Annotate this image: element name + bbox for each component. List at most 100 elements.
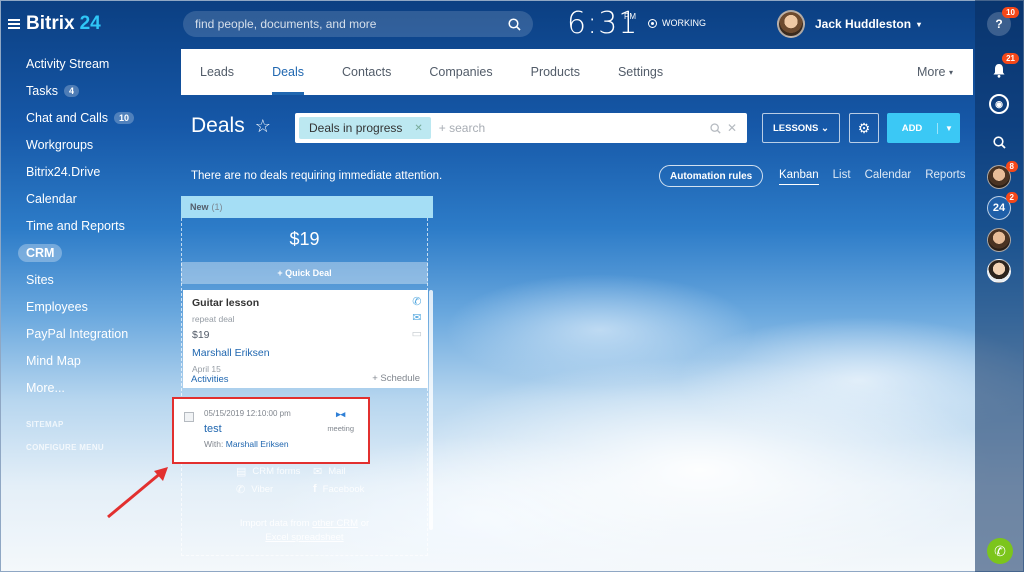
column-scrollbar[interactable] (429, 290, 433, 530)
chat-icon[interactable]: ◉ (989, 94, 1009, 114)
bell-icon[interactable]: 21 (987, 53, 1019, 82)
sidebar-item-label: CRM (18, 243, 63, 262)
search-icon[interactable] (710, 122, 721, 134)
activity-checkbox[interactable] (184, 412, 194, 422)
configure-menu-link[interactable]: CONFIGURE MENU (18, 436, 178, 459)
activity-contact-link[interactable]: Marshall Eriksen (226, 439, 289, 449)
tab-leads[interactable]: Leads (181, 49, 253, 95)
logo[interactable]: Bitrix 24 (8, 13, 101, 35)
mail-label: Mail (328, 466, 346, 477)
tab-companies[interactable]: Companies (410, 49, 511, 95)
bitrix24-chat-icon[interactable]: 24 2 (987, 192, 1018, 220)
facebook-link[interactable]: f Facebook (313, 483, 364, 495)
sidebar-item-label: PayPal Integration (26, 326, 129, 341)
contact-avatar-3[interactable] (987, 259, 1011, 283)
add-label[interactable]: ADD (887, 122, 938, 134)
sidebar-item-time-and-reports[interactable]: Time and Reports (18, 212, 178, 239)
sitemap-link[interactable]: SITEMAP (18, 413, 178, 436)
tab-more[interactable]: More ▾ (898, 49, 973, 95)
lessons-button[interactable]: LESSONS ⌄ (762, 113, 840, 143)
contact-avatar-1[interactable]: 8 (987, 161, 1018, 189)
view-calendar[interactable]: Calendar (865, 169, 912, 185)
sidebar-item-label: Chat and Calls (26, 110, 108, 125)
tab-deals[interactable]: Deals (253, 49, 323, 95)
crm-forms-link[interactable]: ▤ CRM forms (236, 465, 300, 478)
work-status[interactable]: WORKING (648, 18, 706, 28)
global-search[interactable] (183, 11, 533, 37)
close-icon[interactable]: ✕ (414, 123, 422, 134)
sidebar-item-tasks[interactable]: Tasks 4 (18, 77, 178, 104)
mail-link[interactable]: ✉ Mail (313, 465, 346, 478)
sidebar-item-drive[interactable]: Bitrix24.Drive (18, 158, 178, 185)
tab-more-label: More (917, 65, 946, 79)
activity-type-label: meeting (327, 424, 354, 433)
import-or: or (360, 518, 370, 529)
deal-activities-link[interactable]: Activities (191, 374, 228, 385)
view-list[interactable]: List (833, 169, 851, 185)
activity-popup[interactable]: 05/15/2019 12:10:00 pm test With: Marsha… (172, 397, 370, 464)
import-prefix: Import data from (239, 518, 310, 529)
sidebar-item-calendar[interactable]: Calendar (18, 185, 178, 212)
sidebar-item-sites[interactable]: Sites (18, 266, 178, 293)
deal-filter[interactable]: Deals in progress ✕ ✕ (295, 113, 747, 143)
clock-ampm: PM (624, 12, 636, 21)
tab-products[interactable]: Products (512, 49, 599, 95)
avatar1-badge: 8 (1005, 161, 1018, 172)
phone-icon[interactable]: ✆ (412, 295, 421, 311)
deal-price: $19 (192, 329, 210, 341)
search-icon[interactable] (987, 130, 1011, 154)
viber-icon: ✆ (236, 484, 246, 496)
automation-rules-button[interactable]: Automation rules (659, 165, 764, 187)
import-excel-link[interactable]: Excel spreadsheet (265, 532, 343, 543)
contact-avatar-2[interactable] (987, 228, 1011, 252)
record-icon (648, 18, 657, 28)
hamburger-menu-icon[interactable] (8, 19, 20, 29)
tab-contacts[interactable]: Contacts (323, 49, 410, 95)
mail-icon[interactable]: ✉ (412, 311, 421, 327)
import-other-crm-link[interactable]: other CRM (312, 518, 358, 529)
counter-badge: 4 (63, 84, 79, 97)
activity-title-link[interactable]: test (204, 423, 222, 435)
tab-settings[interactable]: Settings (599, 49, 682, 95)
deal-card[interactable]: Guitar lesson repeat deal $19 Marshall E… (183, 290, 428, 388)
deal-schedule-link[interactable]: + Schedule (372, 373, 420, 384)
deal-title[interactable]: Guitar lesson (192, 297, 419, 309)
mail-icon: ✉ (313, 466, 323, 478)
viber-link[interactable]: ✆ Viber (236, 483, 273, 496)
filter-search-input[interactable] (438, 121, 704, 135)
deal-action-icons: ✆ ✉ ▭ (412, 295, 422, 343)
sidebar-item-paypal[interactable]: PayPal Integration (18, 320, 178, 347)
sidebar-item-more[interactable]: More... (18, 374, 178, 401)
gear-icon[interactable]: ⚙ (849, 113, 879, 143)
sidebar-item-chat-and-calls[interactable]: Chat and Calls 10 (18, 104, 178, 131)
help-icon[interactable]: ? 10 (987, 7, 1019, 36)
star-icon[interactable]: ☆ (255, 116, 271, 137)
view-kanban[interactable]: Kanban (779, 169, 819, 185)
sidebar-item-employees[interactable]: Employees (18, 293, 178, 320)
quick-deal-button[interactable]: + Quick Deal (181, 262, 428, 284)
view-reports[interactable]: Reports (925, 169, 965, 185)
user-menu[interactable]: Jack Huddleston ▾ (777, 10, 921, 38)
clear-icon[interactable]: ✕ (727, 121, 737, 135)
form-icon: ▤ (236, 466, 247, 478)
kanban-column-header[interactable]: New (1) (181, 196, 433, 218)
chevron-down-icon[interactable]: ▼ (938, 124, 960, 133)
comment-icon[interactable]: ▭ (412, 327, 422, 343)
add-button[interactable]: ADD ▼ (887, 113, 960, 143)
deal-subtitle: repeat deal (192, 314, 235, 324)
sidebar-item-crm[interactable]: CRM (18, 239, 178, 266)
annotation-arrow (107, 467, 168, 519)
notice-text: There are no deals requiring immediate a… (191, 170, 443, 182)
phone-icon[interactable]: ✆ (987, 538, 1013, 564)
search-input[interactable] (195, 17, 508, 31)
filter-chip-label: Deals in progress (309, 121, 403, 135)
activity-datetime: 05/15/2019 12:10:00 pm (204, 409, 291, 418)
avatar (777, 10, 805, 38)
lessons-label: LESSONS (772, 122, 819, 134)
deal-contact-link[interactable]: Marshall Eriksen (192, 347, 419, 359)
sidebar-item-mind-map[interactable]: Mind Map (18, 347, 178, 374)
filter-chip[interactable]: Deals in progress ✕ (299, 117, 431, 139)
sidebar-item-workgroups[interactable]: Workgroups (18, 131, 178, 158)
sidebar-item-activity-stream[interactable]: Activity Stream (18, 50, 178, 77)
search-icon[interactable] (508, 17, 521, 31)
